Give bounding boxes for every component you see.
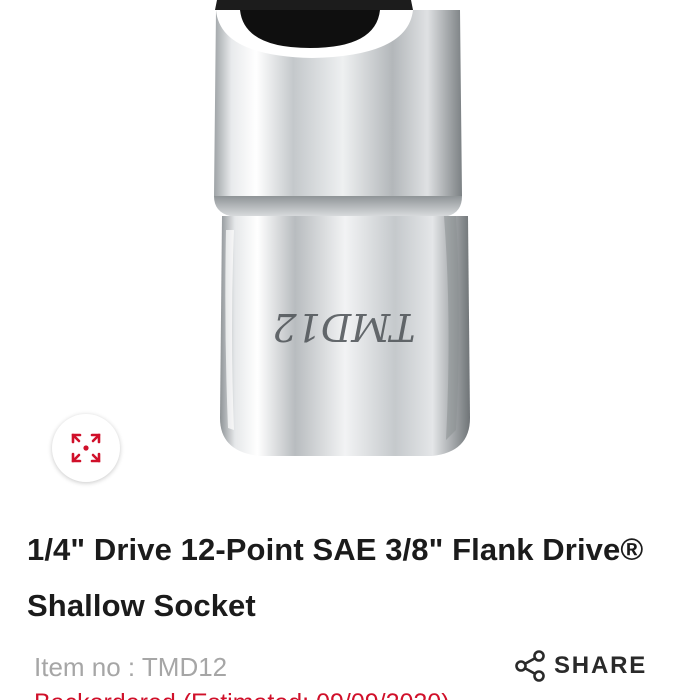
product-title: 1/4" Drive 12-Point SAE 3/8" Flank Drive… [27, 532, 644, 623]
expand-arrows-icon [71, 433, 101, 463]
zoom-image-button[interactable] [52, 414, 120, 482]
item-number: Item no : TMD12 [34, 652, 228, 682]
socket-marking: TMD12 [272, 305, 415, 349]
availability-status: Backordered (Estimated: 09/09/2020) [34, 688, 450, 700]
share-label: SHARE [554, 652, 648, 679]
product-image: TMD12 [214, 0, 470, 456]
share-nodes-icon [515, 650, 545, 682]
share-button[interactable]: SHARE [514, 648, 647, 684]
